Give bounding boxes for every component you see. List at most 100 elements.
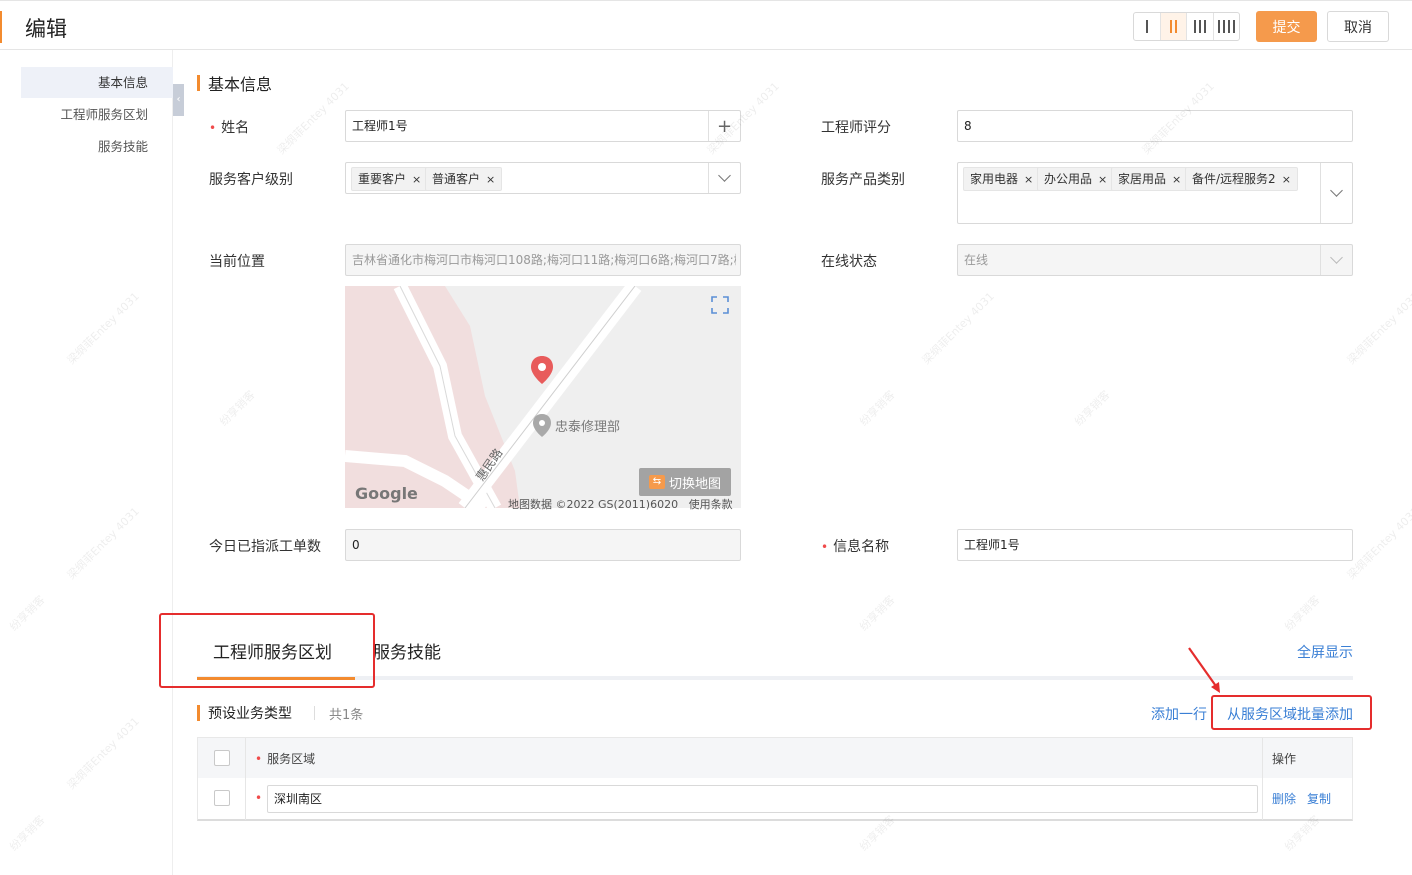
highlight-box-batch-add — [1211, 695, 1372, 730]
online-status-select: 在线 — [957, 244, 1353, 276]
customer-level-select[interactable]: 重要客户 × 普通客户 × — [345, 162, 741, 194]
required-mark: • — [255, 791, 263, 805]
watermark: 梁纲菲Entey 4031 — [274, 79, 352, 157]
submit-button[interactable]: 提交 — [1256, 11, 1317, 42]
today-orders-value: 0 — [352, 538, 360, 552]
chevron-down-icon — [1320, 245, 1352, 275]
tag-product-category: 家用电器 × — [963, 167, 1041, 191]
poi-marker-icon — [533, 414, 551, 437]
product-category-label: 服务产品类别 — [821, 172, 905, 188]
column-4-icon-b — [1222, 20, 1225, 33]
layout-1-column-button[interactable] — [1134, 13, 1161, 40]
area-section-heading: 预设业务类型 共1条 — [197, 703, 363, 723]
record-count: 共1条 — [329, 707, 364, 723]
heading-accent-bar — [197, 75, 200, 91]
sidebar-collapse-button[interactable]: ‹ — [173, 84, 184, 116]
tag-remove-icon[interactable]: × — [1024, 173, 1033, 186]
divider — [314, 706, 315, 720]
location-label: 当前位置 — [209, 254, 265, 270]
tag-customer-level: 重要客户 × — [351, 167, 429, 191]
watermark: 梁纲菲Entey 4031 — [919, 289, 997, 367]
page-title: 编辑 — [25, 17, 67, 41]
layout-switcher — [1133, 12, 1240, 41]
delete-row-link[interactable]: 删除 — [1272, 790, 1296, 807]
tag-label: 家用电器 — [970, 172, 1019, 186]
watermark: 梁纲菲Entey 4031 — [1344, 504, 1412, 582]
map-terms-link[interactable]: 使用条款 — [689, 498, 733, 511]
customer-level-label: 服务客户级别 — [209, 172, 293, 188]
tag-label: 办公用品 — [1044, 172, 1093, 186]
table-header — [198, 738, 1352, 778]
header-accent-bar — [0, 11, 2, 43]
info-name-field[interactable]: 工程师1号 — [957, 529, 1353, 561]
tag-product-category: 备件/远程服务2 × — [1185, 167, 1298, 191]
column-1-icon — [1145, 20, 1148, 33]
tag-label: 备件/远程服务2 — [1192, 172, 1276, 186]
column-4-icon-c — [1227, 20, 1230, 33]
chevron-down-icon[interactable] — [1320, 163, 1352, 223]
annotation-arrow — [1188, 647, 1220, 693]
layout-4-column-button[interactable] — [1214, 13, 1240, 40]
tag-label: 重要客户 — [358, 172, 407, 186]
app-root: 编辑 提交 取消 基本信息 工程师服务区划 服务技能 ‹ 基本信息 • 姓名 工程… — [0, 0, 1412, 875]
column-3-icon-c — [1203, 20, 1206, 33]
required-mark: • — [255, 752, 263, 766]
name-label-text: 姓名 — [221, 120, 250, 136]
chevron-down-icon[interactable] — [708, 163, 740, 193]
today-orders-field: 0 — [345, 529, 741, 561]
fullscreen-map-icon[interactable] — [711, 296, 729, 314]
watermark: 梁纲菲Entey 4031 — [1344, 289, 1412, 367]
rating-value: 8 — [964, 119, 972, 133]
column-divider — [1262, 738, 1263, 820]
service-area-table: • 服务区域 操作 • 深圳南区 删除 复制 — [197, 737, 1353, 821]
column-3-icon-b — [1198, 20, 1201, 33]
tag-remove-icon[interactable]: × — [1098, 173, 1107, 186]
cancel-button[interactable]: 取消 — [1327, 11, 1389, 42]
info-name-label: • 信息名称 — [821, 536, 889, 556]
layout-2-column-button[interactable] — [1160, 13, 1187, 40]
row-checkbox[interactable] — [214, 790, 230, 806]
switch-map-label: 切换地图 — [668, 476, 721, 492]
sidebar-item-service-skills[interactable]: 服务技能 — [21, 131, 173, 162]
product-category-select[interactable]: 家用电器 × 办公用品 × 家居用品 × 备件/远程服务2 × — [957, 162, 1353, 224]
fullscreen-link[interactable]: 全屏显示 — [1297, 642, 1353, 662]
add-icon[interactable]: + — [708, 111, 740, 141]
map-credit-text: 地图数据 ©2022 GS(2011)6020 — [508, 498, 679, 511]
watermark: 纷享销客 — [1282, 593, 1323, 634]
row-required-mark: • — [255, 791, 267, 805]
name-field[interactable]: 工程师1号 + — [345, 110, 741, 142]
page-header: 编辑 提交 取消 — [0, 0, 1412, 50]
tag-remove-icon[interactable]: × — [486, 173, 495, 186]
highlight-box-tab — [159, 613, 375, 688]
online-status-value: 在线 — [964, 253, 989, 267]
required-mark: • — [821, 540, 829, 554]
location-map[interactable]: 惠民路 忠泰修理部 ⇆ 切换地图 Google — [345, 286, 741, 508]
section-sidebar: 基本信息 工程师服务区划 服务技能 — [0, 50, 173, 875]
tag-remove-icon[interactable]: × — [1172, 173, 1181, 186]
ops-column-header: 操作 — [1272, 752, 1297, 766]
online-status-label: 在线状态 — [821, 254, 877, 270]
tag-label: 家居用品 — [1118, 172, 1167, 186]
tag-customer-level: 普通客户 × — [425, 167, 503, 191]
location-field: 吉林省通化市梅河口市梅河口108路;梅河口11路;梅河口6路;梅河口7路;梅 — [345, 244, 741, 276]
select-all-checkbox[interactable] — [214, 750, 230, 766]
tag-remove-icon[interactable]: × — [1282, 173, 1291, 186]
area-column-label: 服务区域 — [267, 752, 316, 766]
location-pin-icon — [531, 356, 553, 384]
poi-label: 忠泰修理部 — [555, 420, 621, 435]
service-area-input[interactable]: 深圳南区 — [267, 785, 1258, 813]
tag-remove-icon[interactable]: × — [412, 173, 421, 186]
column-3-icon-a — [1193, 20, 1196, 33]
sidebar-item-basic-info[interactable]: 基本信息 — [21, 67, 173, 98]
name-label: • 姓名 — [209, 117, 249, 137]
tab-service-skills[interactable]: 服务技能 — [373, 638, 441, 663]
copy-row-link[interactable]: 复制 — [1307, 790, 1331, 807]
layout-3-column-button[interactable] — [1187, 13, 1214, 40]
column-2-icon-a — [1169, 20, 1172, 33]
sidebar-item-service-area[interactable]: 工程师服务区划 — [21, 99, 173, 130]
switch-map-button[interactable]: ⇆ 切换地图 — [639, 468, 731, 496]
add-row-link[interactable]: 添加一行 — [1151, 704, 1207, 724]
name-value: 工程师1号 — [352, 119, 408, 133]
rating-field[interactable]: 8 — [957, 110, 1353, 142]
switch-icon: ⇆ — [648, 475, 665, 489]
